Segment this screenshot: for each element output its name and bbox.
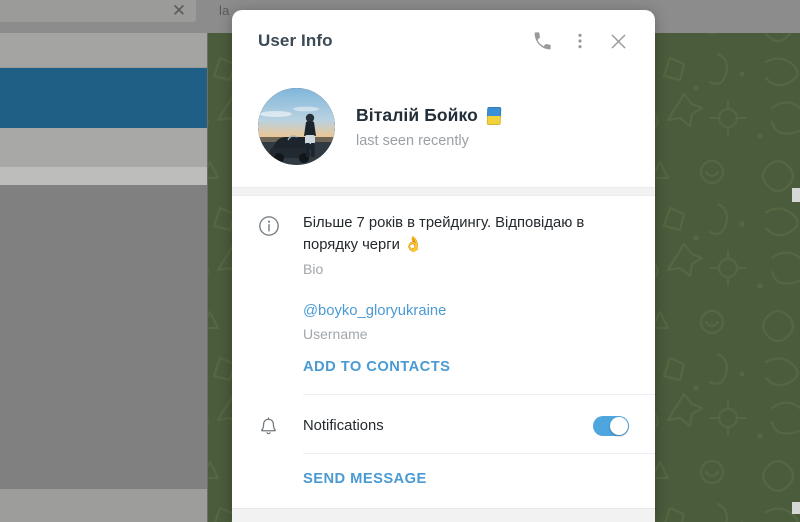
profile-text: Віталій Бойко last seen recently xyxy=(356,104,502,149)
username-row: @boyko_gloryukraine Username ADD TO CONT… xyxy=(232,283,655,395)
sidebar-row xyxy=(0,128,207,167)
profile-name: Віталій Бойко xyxy=(356,104,478,125)
window-close-icon[interactable]: ✕ xyxy=(168,0,190,22)
username-value[interactable]: @boyko_gloryukraine xyxy=(303,301,629,323)
sidebar-edge-divider xyxy=(207,33,208,522)
profile-block: Віталій Бойко last seen recently xyxy=(232,72,655,187)
sidebar-row xyxy=(0,167,207,185)
ukraine-flag-icon xyxy=(486,107,502,125)
edge-chip xyxy=(792,502,800,514)
info-circle-icon-wrap xyxy=(258,213,303,283)
window-partial-label: la xyxy=(219,3,230,18)
bio-row: Більше 7 років в трейдингу. Відповідаю в… xyxy=(232,196,655,283)
sidebar-bottom-bar xyxy=(0,489,207,522)
call-button[interactable] xyxy=(523,22,561,60)
toggle-knob xyxy=(610,417,628,436)
bio-label: Bio xyxy=(303,260,324,277)
edge-chip xyxy=(792,188,800,202)
window-chrome-left-block xyxy=(0,0,196,22)
more-menu-button[interactable] xyxy=(561,22,599,60)
bell-icon-wrap xyxy=(258,414,303,438)
panel-footer-band xyxy=(232,508,655,522)
screen-root: ✕ la User Info Віталій Бойко last seen r… xyxy=(0,0,800,522)
user-avatar-photo xyxy=(258,88,335,165)
panel-title: User Info xyxy=(258,31,333,50)
profile-name-row: Віталій Бойко xyxy=(356,104,502,126)
close-panel-button[interactable] xyxy=(599,22,637,60)
bell-icon xyxy=(261,417,276,435)
profile-status: last seen recently xyxy=(356,132,469,149)
close-icon xyxy=(611,34,625,48)
sidebar-row xyxy=(0,33,207,67)
sidebar-empty-area xyxy=(0,185,207,522)
notifications-toggle[interactable] xyxy=(593,416,629,437)
bio-body: Більше 7 років в трейдингу. Відповідаю в… xyxy=(303,213,629,283)
avatar[interactable] xyxy=(258,88,335,165)
section-separator xyxy=(232,187,655,196)
sidebar-row-selected[interactable] xyxy=(0,68,207,128)
add-to-contacts-button[interactable]: ADD TO CONTACTS xyxy=(303,342,629,394)
username-label: Username xyxy=(303,326,368,343)
send-message-button[interactable]: SEND MESSAGE xyxy=(303,454,629,506)
phone-icon xyxy=(534,31,551,49)
bio-value: Більше 7 років в трейдингу. Відповідаю в… xyxy=(303,215,585,253)
notifications-row: Notifications xyxy=(232,395,655,451)
panel-header: User Info xyxy=(232,10,655,72)
notifications-label: Notifications xyxy=(303,418,384,435)
send-message-row: SEND MESSAGE xyxy=(232,454,655,506)
vertical-dots-icon xyxy=(578,33,582,49)
info-circle-icon xyxy=(259,216,279,236)
user-info-panel: User Info Віталій Бойко last seen recent… xyxy=(232,10,655,522)
dimmed-sidebar xyxy=(0,33,207,522)
